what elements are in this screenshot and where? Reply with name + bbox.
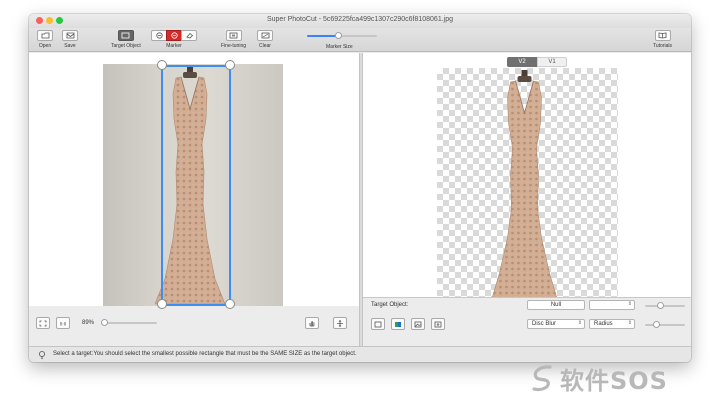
stepper-icon: ⇕ (627, 301, 632, 307)
app-window: Super PhotoCut - 5c69225fca499c1307c290c… (29, 14, 691, 362)
target-object-value: Null (550, 302, 562, 308)
result-canvas[interactable]: V2 V1 (363, 53, 691, 301)
tab-v2[interactable]: V2 (507, 57, 537, 67)
save-tool[interactable]: Save (62, 30, 78, 49)
target-object-field[interactable]: Null (527, 300, 585, 310)
result-dress-image (491, 70, 558, 301)
watermark: 软件SOS (530, 361, 668, 395)
fine-tuning-button[interactable] (225, 30, 242, 41)
radius-slider[interactable] (645, 321, 685, 328)
marker-minus-icon (170, 32, 178, 39)
feather-slider[interactable] (645, 302, 685, 309)
lightbulb-icon (38, 350, 46, 359)
marker-label: Marker (166, 43, 182, 49)
selection-rectangle[interactable] (161, 65, 231, 306)
source-canvas[interactable] (29, 53, 359, 309)
hand-tool-button[interactable] (305, 317, 319, 329)
move-arrows-icon (337, 319, 343, 327)
clear-label: Clear (259, 43, 271, 49)
zoom-slider[interactable] (101, 319, 157, 326)
clear-tool[interactable]: Clear (257, 30, 273, 49)
marker-plus-icon (155, 32, 163, 39)
window-title: Super PhotoCut - 5c69225fca499c1307c290c… (266, 16, 454, 23)
eraser-icon (185, 32, 193, 39)
right-bottom-panel: Target Object: Null ⇕ Disc Blur ⇕ Radius (363, 297, 691, 346)
fine-tuning-tool[interactable]: Fine-tuning (221, 30, 246, 49)
clear-icon (261, 32, 269, 39)
book-icon (658, 32, 667, 39)
fit-screen-icon (39, 320, 47, 326)
transparent-background (437, 68, 618, 301)
blur-type-value: Disc Blur (532, 321, 557, 327)
blur-icon (434, 321, 442, 327)
marker-size-slider[interactable] (307, 32, 377, 39)
tab-v1[interactable]: V1 (537, 57, 567, 67)
move-tool-button[interactable] (333, 317, 347, 329)
save-button[interactable] (62, 30, 78, 41)
fine-tuning-icon (229, 32, 238, 39)
left-bottom-bar: 89% (29, 314, 359, 332)
open-icon (41, 32, 49, 39)
save-icon (66, 32, 74, 39)
actual-size-icon (60, 321, 66, 325)
bg-color-button[interactable] (391, 318, 405, 330)
selection-handle-bottom-right[interactable] (225, 299, 235, 309)
clear-button[interactable] (257, 30, 273, 41)
selection-handle-top-right[interactable] (225, 60, 235, 70)
color-swatch-icon (395, 321, 401, 327)
zoom-slider-knob[interactable] (101, 319, 109, 326)
open-tool[interactable]: Open (37, 30, 53, 49)
tutorials-label: Tutorials (653, 43, 672, 49)
open-button[interactable] (37, 30, 53, 41)
save-label: Save (64, 43, 76, 49)
radius-popup[interactable]: Radius ⇕ (589, 319, 635, 329)
target-object-field-label: Target Object: (371, 302, 409, 308)
landscape-icon (414, 321, 422, 327)
zoom-percentage: 89% (82, 320, 95, 326)
marker-size-slider-knob[interactable] (335, 32, 342, 39)
open-label: Open (38, 43, 52, 49)
swirl-logo-icon (532, 365, 552, 392)
radius-stepper-icon: ⇕ (627, 320, 632, 326)
target-object-tool[interactable]: Target Object (111, 30, 141, 49)
version-toggle: V2 V1 (507, 57, 567, 67)
marker-tool: Marker (151, 30, 197, 49)
marker-size-slider-fill (307, 35, 339, 37)
hand-icon (309, 320, 315, 326)
target-object-label: Target Object (111, 43, 141, 49)
fine-tuning-label: Fine-tuning (221, 43, 247, 49)
popup-stepper-icon: ⇕ (577, 320, 582, 326)
image-icon (374, 321, 382, 327)
bg-blur-button[interactable] (431, 318, 445, 330)
radius-slider-knob[interactable] (653, 321, 660, 328)
blur-type-popup[interactable]: Disc Blur ⇕ (527, 319, 585, 329)
marker-remove-button[interactable] (166, 30, 182, 41)
marker-size-label: Marker Size (326, 44, 353, 50)
eraser-button[interactable] (181, 30, 197, 41)
watermark-text: 软件SOS (560, 366, 668, 395)
target-rect-icon (121, 32, 130, 39)
tutorials-tool[interactable]: Tutorials (653, 30, 672, 49)
target-object-button[interactable] (117, 30, 134, 41)
feather-slider-knob[interactable] (657, 302, 664, 309)
actual-size-button[interactable] (56, 317, 70, 329)
bg-image-button[interactable] (411, 318, 425, 330)
fit-to-window-button[interactable] (36, 317, 50, 329)
selection-handle-top-left[interactable] (157, 60, 167, 70)
tutorials-button[interactable] (654, 30, 671, 41)
marker-segmented-control (151, 30, 197, 41)
title-bar: Super PhotoCut - 5c69225fca499c1307c290c… (29, 14, 691, 28)
bg-transparent-button[interactable] (371, 318, 385, 330)
radius-label: Radius (594, 321, 613, 327)
marker-add-button[interactable] (151, 30, 167, 41)
selection-handle-bottom-left[interactable] (157, 299, 167, 309)
status-message: Select a target:You should select the sm… (53, 351, 357, 357)
toolbar: Open Save Target Object Marker Fine-tuni… (29, 28, 691, 52)
mode-popup[interactable]: ⇕ (589, 300, 635, 310)
